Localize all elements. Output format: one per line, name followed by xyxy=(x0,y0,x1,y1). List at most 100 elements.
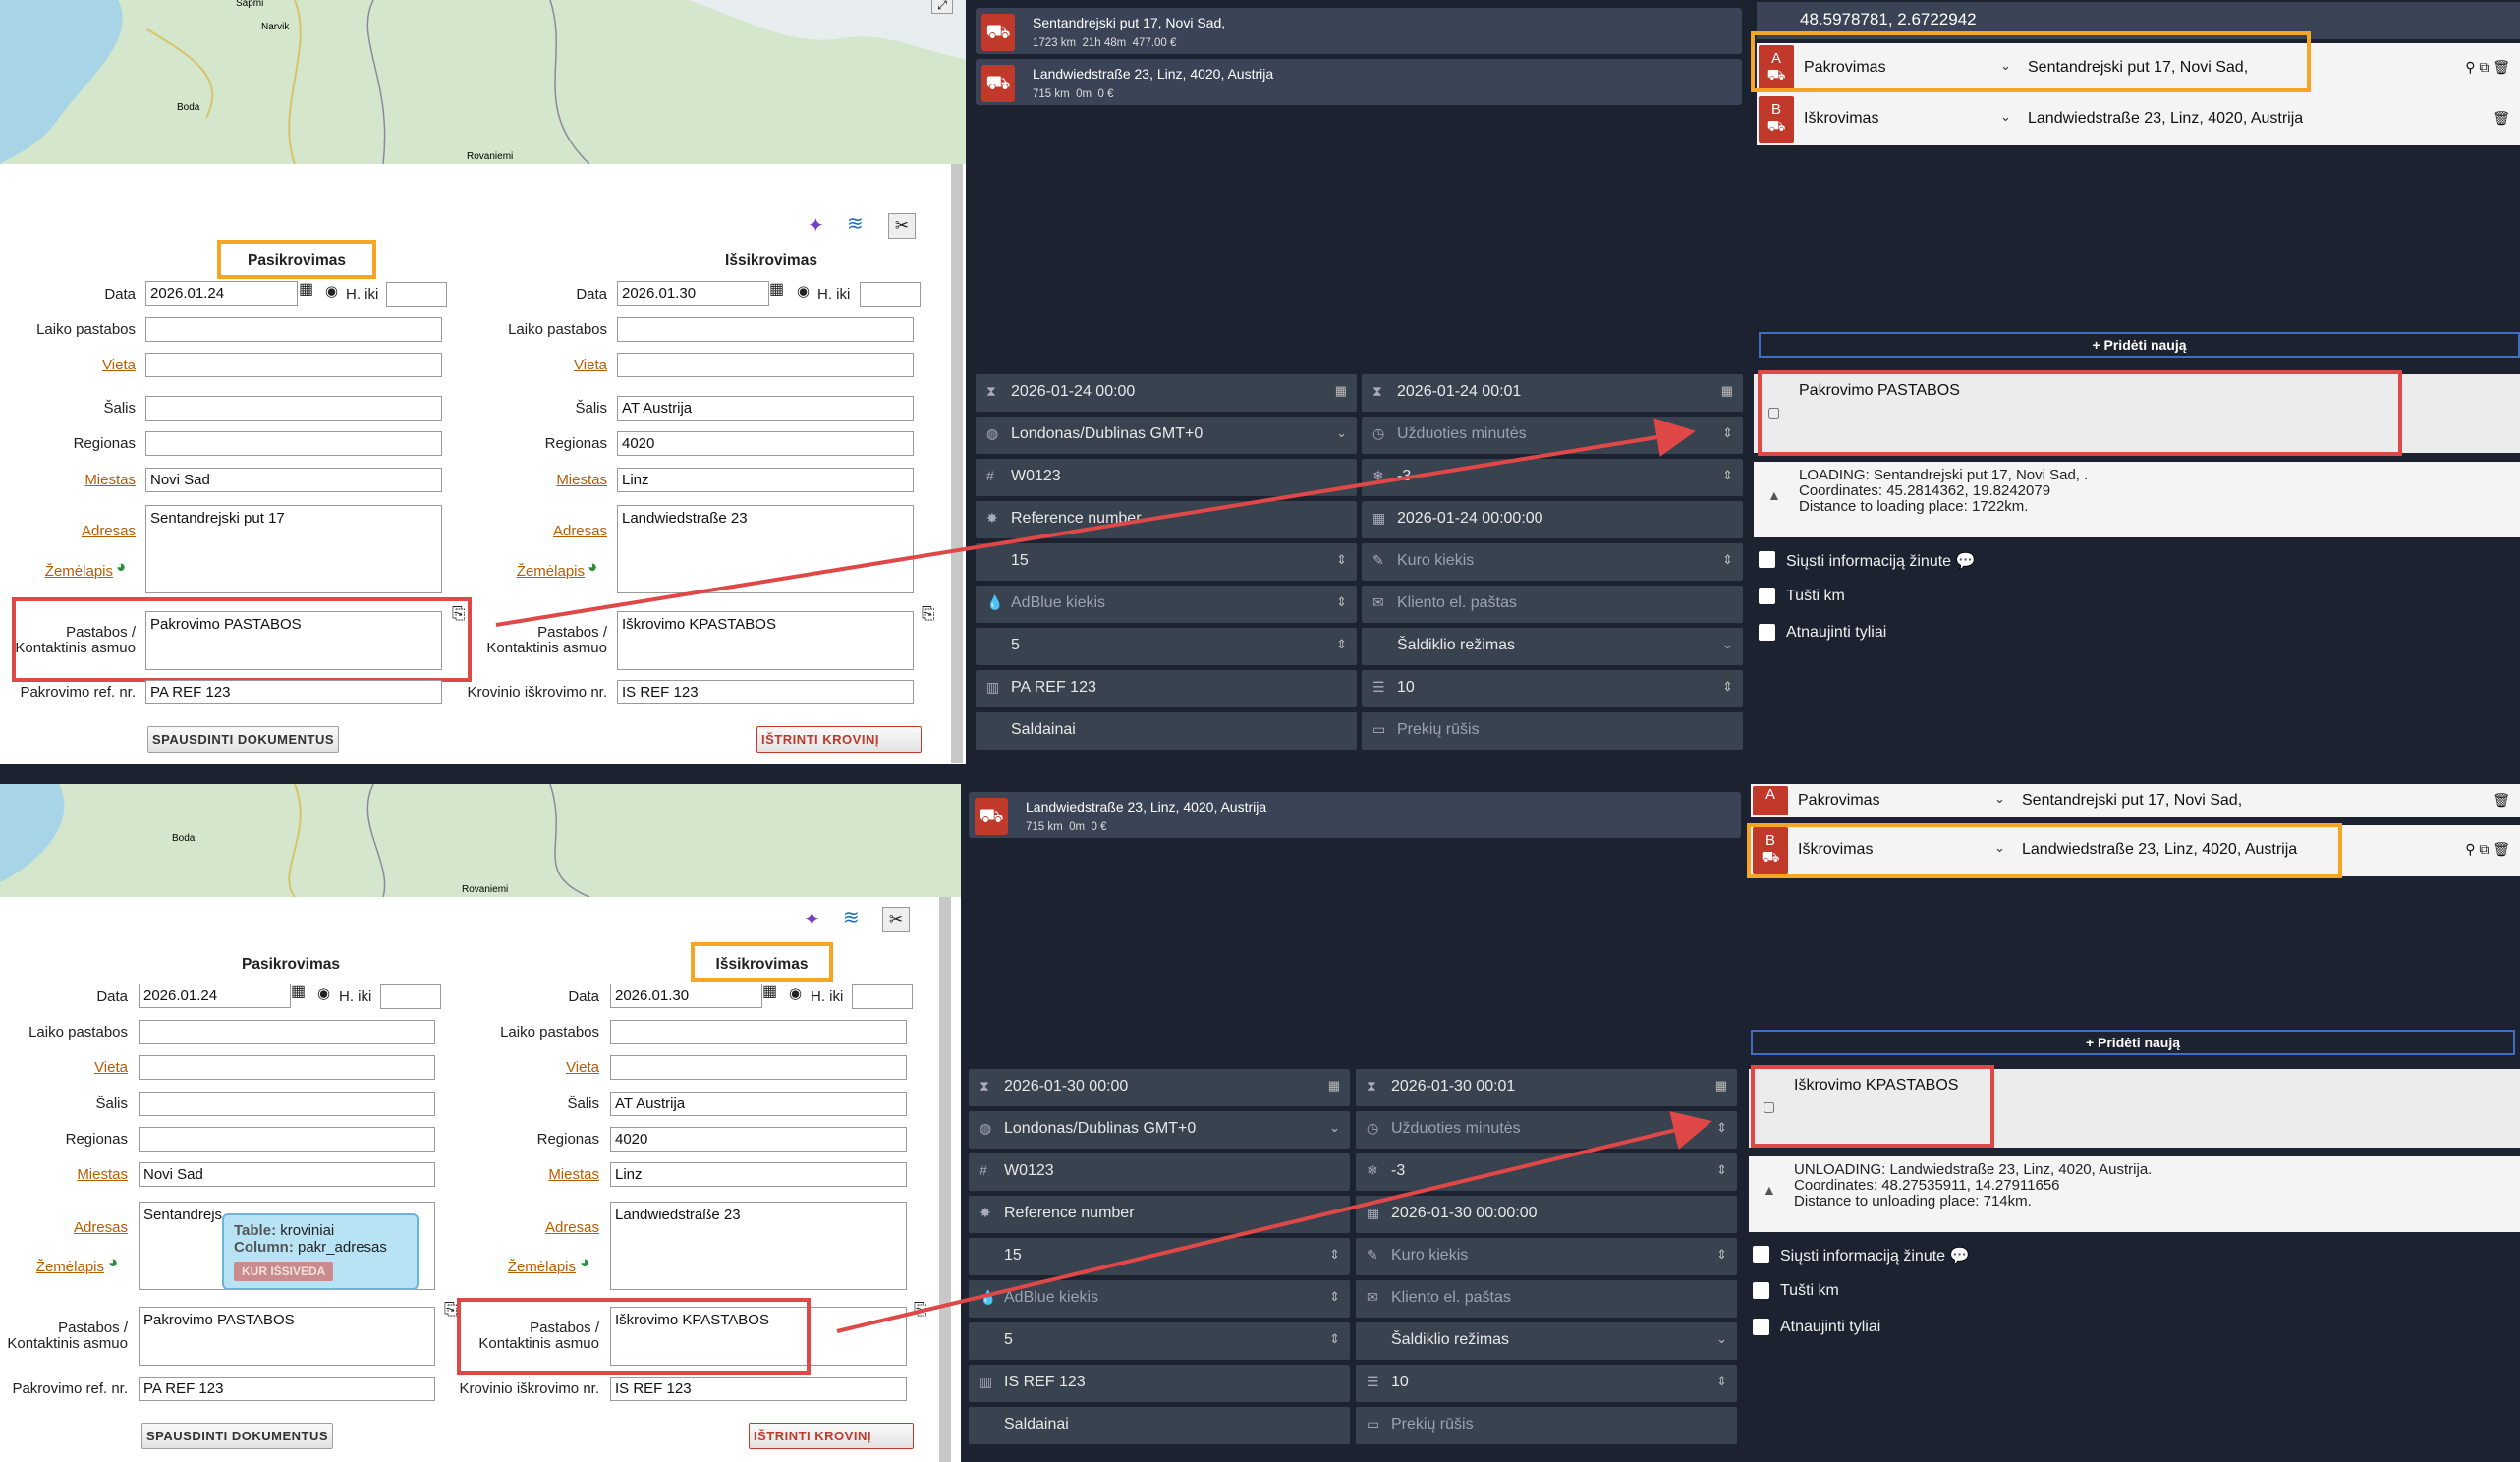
label-city-link[interactable]: Miestas xyxy=(0,472,136,488)
minutes-field[interactable]: ◷ Užduoties minutės ⇕ xyxy=(1362,417,1743,454)
tools-icon[interactable]: ✂ xyxy=(888,213,916,239)
label-map-link[interactable]: Žemėlapis xyxy=(0,1259,104,1275)
load-time-note-input[interactable] xyxy=(139,1020,435,1044)
reference-field[interactable]: ✸ Reference number xyxy=(976,501,1357,538)
stop-address[interactable]: Sentandrejski put 17, Novi Sad, xyxy=(2022,792,2242,810)
stop-b[interactable]: B ⛟ Iškrovimas ⌄ Landwiedstraße 23, Linz,… xyxy=(1757,94,2520,145)
count-field[interactable]: ☰ 10 ⇕ xyxy=(1356,1365,1737,1402)
client-email-field[interactable]: ✉ Kliento el. paštas xyxy=(1356,1280,1737,1318)
cooling-mode-select[interactable]: Šaldiklio režimas ⌄ xyxy=(1356,1322,1737,1360)
label-place-link[interactable]: Vieta xyxy=(0,1059,128,1076)
label-address-link-2[interactable]: Adresas xyxy=(462,1219,599,1236)
trash-icon[interactable]: 🗑 xyxy=(2492,110,2510,127)
label-place-link-2[interactable]: Vieta xyxy=(462,1059,599,1076)
load-country-input[interactable] xyxy=(139,1092,435,1116)
load-date-input[interactable]: 2026.01.24 xyxy=(139,984,291,1008)
stop-actions-icons[interactable]: ⚲ ⧉ 🗑 xyxy=(2465,841,2510,858)
datetime-field[interactable]: ▦ 2026-01-24 00:00:00 xyxy=(1362,501,1743,538)
puzzle-icon[interactable]: ✦ xyxy=(808,213,824,238)
unload-date-input[interactable]: 2026.01.30 xyxy=(610,984,762,1008)
add-new-button[interactable]: + Pridėti naują xyxy=(1759,332,2520,358)
unload-date-input[interactable]: 2026.01.30 xyxy=(617,281,769,306)
wave-logo-icon[interactable]: ≋ xyxy=(843,905,860,929)
route-item-1[interactable]: ⛟ Landwiedstraße 23, Linz, 4020, Austrij… xyxy=(969,792,1741,838)
unload-address-textarea[interactable]: Landwiedstraße 23 xyxy=(617,505,914,593)
globe-icon-2[interactable]: ◕ xyxy=(580,1253,589,1272)
clock-icon-2[interactable]: ◉ xyxy=(789,984,802,1002)
label-map-link-2[interactable]: Žemėlapis xyxy=(462,1259,576,1275)
copy-icon-2[interactable]: ⎘ xyxy=(922,604,935,624)
label-address-link[interactable]: Adresas xyxy=(0,1219,128,1236)
quantity-field[interactable]: 15 ⇕ xyxy=(969,1238,1350,1275)
expand-icon[interactable]: ⤢ xyxy=(931,0,953,14)
load-date-input[interactable]: 2026.01.24 xyxy=(145,281,298,306)
trash-icon[interactable]: 🗑 xyxy=(2492,792,2510,809)
pallets-field[interactable]: 5 ⇕ xyxy=(976,628,1357,665)
ref-field[interactable]: ▥ PA REF 123 xyxy=(976,670,1357,707)
unload-address-textarea[interactable]: Landwiedstraße 23 xyxy=(610,1202,907,1290)
load-place-input[interactable] xyxy=(139,1055,435,1080)
clock-icon[interactable]: ◉ xyxy=(317,984,330,1002)
load-city-input[interactable]: Novi Sad xyxy=(145,468,442,492)
globe-icon[interactable]: ◕ xyxy=(108,1253,118,1272)
load-address-textarea[interactable]: Sentandrejski put 17 xyxy=(145,505,442,593)
label-city-link-2[interactable]: Miestas xyxy=(462,1166,599,1183)
print-documents-button[interactable]: SPAUSDINTI DOKUMENTUS xyxy=(141,1423,334,1449)
unload-city-input[interactable]: Linz xyxy=(617,468,914,492)
wave-logo-icon[interactable]: ≋ xyxy=(847,211,864,236)
stop-actions-icons[interactable]: ⚲ ⧉ 🗑 xyxy=(2465,59,2510,76)
goods-type-field[interactable]: ▭ Prekių rūšis xyxy=(1362,712,1743,750)
map-view[interactable]: Sápmi Narvik Boda Rovaniemi ⤢ xyxy=(0,0,966,164)
date-from-field[interactable]: ⧗ 2026-01-30 00:00 ▦ xyxy=(969,1069,1350,1106)
calendar-icon-2[interactable]: ▦ xyxy=(769,279,784,299)
stop-a[interactable]: A Pakrovimas ⌄ Sentandrejski put 17, Nov… xyxy=(1751,784,2520,817)
map-view[interactable]: Boda Rovaniemi xyxy=(0,784,966,897)
route-item-1[interactable]: ⛟ Sentandrejski put 17, Novi Sad, 1723 k… xyxy=(976,8,1742,54)
tools-icon[interactable]: ✂ xyxy=(882,907,910,932)
send-info-checkbox[interactable]: Siųsti informaciją žinute 💬 xyxy=(1753,1246,1969,1265)
cargo-field[interactable]: Saldainai xyxy=(969,1407,1350,1444)
stop-type-select[interactable]: Iškrovimas xyxy=(1804,110,2025,128)
fuel-field[interactable]: ✎ Kuro kiekis ⇕ xyxy=(1356,1238,1737,1275)
unload-ref-input[interactable]: IS REF 123 xyxy=(617,680,914,704)
label-address-link[interactable]: Adresas xyxy=(0,523,136,539)
quantity-field[interactable]: 15 ⇕ xyxy=(976,543,1357,581)
copy-icon-2[interactable]: ⎘ xyxy=(914,1300,927,1320)
load-region-input[interactable] xyxy=(139,1127,435,1152)
unload-hours-input[interactable] xyxy=(860,282,921,307)
unload-time-note-input[interactable] xyxy=(610,1020,907,1044)
timezone-select[interactable]: ◍ Londonas/Dublinas GMT+0 ⌄ xyxy=(976,417,1357,454)
load-hours-input[interactable] xyxy=(380,984,441,1009)
load-notes-textarea[interactable]: Pakrovimo PASTABOS xyxy=(139,1307,435,1366)
ref-field[interactable]: ▥ IS REF 123 xyxy=(969,1365,1350,1402)
unload-region-input[interactable]: 4020 xyxy=(617,431,914,456)
cooling-mode-select[interactable]: Šaldiklio režimas ⌄ xyxy=(1362,628,1743,665)
silent-update-checkbox[interactable]: Atnaujinti tyliai xyxy=(1753,1319,1880,1336)
clock-icon-2[interactable]: ◉ xyxy=(797,282,810,300)
stop-address[interactable]: Landwiedstraße 23, Linz, 4020, Austrija xyxy=(2028,110,2303,128)
unload-region-input[interactable]: 4020 xyxy=(610,1127,907,1152)
code-field[interactable]: # W0123 xyxy=(976,459,1357,496)
copy-icon[interactable]: ⎘ xyxy=(444,1300,458,1320)
calendar-icon[interactable]: ▦ xyxy=(291,982,306,1001)
send-info-checkbox[interactable]: Siųsti informaciją žinute 💬 xyxy=(1759,551,1975,571)
empty-km-checkbox[interactable]: Tušti km xyxy=(1759,588,1845,605)
fuel-field[interactable]: ✎ Kuro kiekis ⇕ xyxy=(1362,543,1743,581)
date-to-field[interactable]: ⧗ 2026-01-24 00:01 ▦ xyxy=(1362,374,1743,412)
tooltip-where-button[interactable]: KUR IŠSIVEDA xyxy=(234,1262,334,1281)
date-to-field[interactable]: ⧗ 2026-01-30 00:01 ▦ xyxy=(1356,1069,1737,1106)
temperature-field[interactable]: ❄ -3 ⇕ xyxy=(1362,459,1743,496)
unload-place-input[interactable] xyxy=(617,353,914,377)
cargo-field[interactable]: Saldainai xyxy=(976,712,1357,750)
unload-time-note-input[interactable] xyxy=(617,317,914,342)
silent-update-checkbox[interactable]: Atnaujinti tyliai xyxy=(1759,624,1886,642)
globe-icon[interactable]: ◕ xyxy=(116,557,126,577)
unload-hours-input[interactable] xyxy=(852,984,913,1009)
datetime-field[interactable]: ▦ 2026-01-30 00:00:00 xyxy=(1356,1196,1737,1233)
form-scrollbar[interactable] xyxy=(939,897,951,1462)
calendar-icon[interactable]: ▦ xyxy=(299,279,313,299)
label-place-link[interactable]: Vieta xyxy=(0,357,136,373)
date-from-field[interactable]: ⧗ 2026-01-24 00:00 ▦ xyxy=(976,374,1357,412)
label-map-link[interactable]: Žemėlapis xyxy=(0,563,113,580)
client-email-field[interactable]: ✉ Kliento el. paštas xyxy=(1362,586,1743,623)
